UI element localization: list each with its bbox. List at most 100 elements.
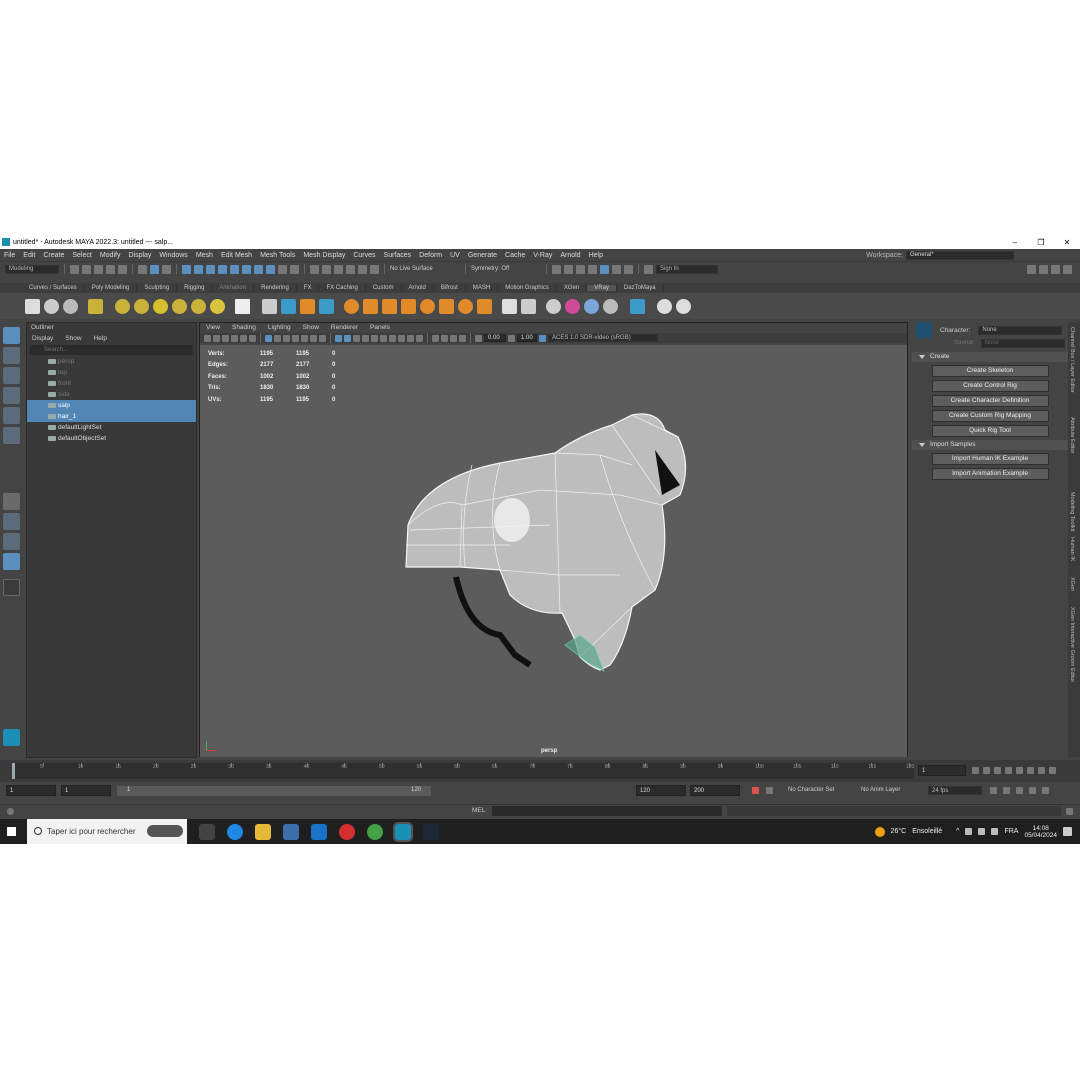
shelf-tab-curves-surfaces[interactable]: Curves / Surfaces xyxy=(22,285,85,291)
rotate-tool-icon[interactable] xyxy=(3,407,20,424)
menu-v-ray[interactable]: V-Ray xyxy=(533,252,552,259)
search-icon[interactable] xyxy=(3,579,20,596)
vray-rect-light-icon[interactable] xyxy=(134,298,149,314)
vray-plane-icon[interactable] xyxy=(235,298,250,314)
side-tab-human-ik[interactable]: Human IK xyxy=(1069,537,1075,561)
gate-mask-icon[interactable] xyxy=(292,334,299,342)
wireframe-on-shaded-icon[interactable] xyxy=(353,334,360,342)
two-view-icon[interactable] xyxy=(3,533,20,550)
vray-multi-icon[interactable] xyxy=(584,298,599,314)
history-icon[interactable] xyxy=(552,264,561,274)
outliner-item[interactable]: salp xyxy=(27,400,196,411)
quick-rig-tool-button[interactable]: Quick Rig Tool xyxy=(931,425,1049,437)
resolution-gate-icon[interactable] xyxy=(283,334,290,342)
step-forward-icon[interactable] xyxy=(1027,767,1034,774)
new-scene-icon[interactable] xyxy=(70,264,79,274)
menu-display[interactable]: Display xyxy=(128,252,151,259)
select-object-icon[interactable] xyxy=(150,264,159,274)
vray-attribute-icon[interactable] xyxy=(477,298,492,314)
character-set-dropdown[interactable]: No Character Set xyxy=(788,787,834,793)
playback-start-field[interactable]: 1 xyxy=(61,785,111,796)
render-icon[interactable] xyxy=(564,264,573,274)
depth-of-field-icon[interactable] xyxy=(416,334,423,342)
menu-deform[interactable]: Deform xyxy=(419,252,442,259)
vray-grid-icon[interactable] xyxy=(401,298,416,314)
range-bar[interactable]: 1 120 xyxy=(117,786,431,796)
2d-pan-icon[interactable] xyxy=(240,334,247,342)
timeline-track[interactable]: 5 10 15 20 25 30 35 40 45 50 55 60 65 70 75 80 85 90 95 100… xyxy=(12,763,914,779)
vray-scene-icon[interactable] xyxy=(319,298,334,314)
smooth-shade-icon[interactable] xyxy=(344,334,351,342)
sound-icon[interactable] xyxy=(1003,787,1010,794)
notifications-icon[interactable] xyxy=(1063,827,1072,836)
outliner-item[interactable]: hair_1 xyxy=(27,411,196,422)
render-view-icon[interactable] xyxy=(612,264,621,274)
shelf-tab-motion-graphics[interactable]: Motion Graphics xyxy=(498,285,557,291)
vfb-icon[interactable] xyxy=(63,298,78,314)
safe-action-icon[interactable] xyxy=(310,334,317,342)
vray-toon-icon[interactable] xyxy=(420,298,435,314)
grease-pencil-icon[interactable] xyxy=(249,334,256,342)
taskbar-search-input[interactable]: Taper ici pour rechercher xyxy=(27,819,187,844)
pause-icon[interactable] xyxy=(624,264,633,274)
vray-sky-icon[interactable] xyxy=(603,298,618,314)
opera-icon[interactable] xyxy=(339,823,355,840)
antialiasing-icon[interactable] xyxy=(407,334,414,342)
snap-point-icon[interactable] xyxy=(334,264,343,274)
create-custom-rig-mapping-button[interactable]: Create Custom Rig Mapping xyxy=(931,410,1049,422)
gamma-field[interactable]: 1.00 xyxy=(517,334,537,342)
minimize-button[interactable]: – xyxy=(1002,238,1028,247)
viewport-menu-shading[interactable]: Shading xyxy=(232,323,256,333)
playback-end-field[interactable]: 120 xyxy=(636,785,686,796)
side-tab-attribute-editor[interactable]: Attribute Editor xyxy=(1069,417,1075,453)
snap-view-icon[interactable] xyxy=(358,264,367,274)
tray-chevron-icon[interactable]: ^ xyxy=(956,828,959,835)
shelf-tab-mash[interactable]: MASH xyxy=(466,285,499,291)
menu-help[interactable]: Help xyxy=(589,252,603,259)
viewport-3d[interactable]: Verts: 1195 1195 0 Edges: 2177 2177 0 Faces: 1002… xyxy=(200,345,907,757)
snap-grid-icon[interactable] xyxy=(310,264,319,274)
step-back-key-icon[interactable] xyxy=(983,767,990,774)
mask-icon[interactable] xyxy=(194,264,203,274)
grid-icon[interactable] xyxy=(265,334,272,342)
play-back-icon[interactable] xyxy=(1005,767,1012,774)
shelf-tab-custom[interactable]: Custom xyxy=(366,285,402,291)
mask-icon[interactable] xyxy=(242,264,251,274)
vray-sphere-light-icon[interactable] xyxy=(153,298,168,314)
xray-joints-icon[interactable] xyxy=(450,334,457,342)
shelf-tab-sculpting[interactable]: Sculpting xyxy=(137,285,178,291)
store-icon[interactable] xyxy=(283,823,299,840)
shelf-tab-rigging[interactable]: Rigging xyxy=(177,285,213,291)
sign-in-dropdown[interactable]: Sign In xyxy=(656,264,718,274)
viewport-menu-lighting[interactable]: Lighting xyxy=(268,323,291,333)
settings-icon[interactable] xyxy=(1042,787,1049,794)
hypershade-icon[interactable] xyxy=(600,264,609,274)
ipr-icon[interactable] xyxy=(44,298,59,314)
windows-start-icon[interactable] xyxy=(7,827,16,836)
current-time-marker[interactable] xyxy=(12,763,15,779)
menu-mesh-display[interactable]: Mesh Display xyxy=(303,252,345,259)
shelf-tab-fx[interactable]: FX xyxy=(297,285,320,291)
outliner-menu-show[interactable]: Show xyxy=(65,333,81,344)
step-forward-key-icon[interactable] xyxy=(1038,767,1045,774)
vray-blend-icon[interactable] xyxy=(363,298,378,314)
move-tool-icon[interactable] xyxy=(3,387,20,404)
lights-icon[interactable] xyxy=(371,334,378,342)
shelf-tab-daztomaya[interactable]: DazToMaya xyxy=(617,285,664,291)
shelf-tab-vray[interactable]: VRay xyxy=(587,285,617,291)
play-forward-icon[interactable] xyxy=(1016,767,1023,774)
menu-modify[interactable]: Modify xyxy=(100,252,121,259)
help-icon[interactable] xyxy=(7,808,14,815)
file-explorer-icon[interactable] xyxy=(255,823,271,840)
side-tab-xgen-interactive-groom-editor[interactable]: XGen Interactive Groom Editor xyxy=(1069,607,1075,682)
vray-proxy-icon[interactable] xyxy=(262,298,277,314)
create-section-header[interactable]: Create xyxy=(912,352,1068,362)
vray-clipper-icon[interactable] xyxy=(546,298,561,314)
viewport-menu-show[interactable]: Show xyxy=(303,323,319,333)
mail-icon[interactable] xyxy=(311,823,327,840)
select-tool-icon[interactable] xyxy=(3,327,20,344)
menu-set-dropdown[interactable]: Modeling xyxy=(5,264,59,274)
lasso-tool-icon[interactable] xyxy=(3,347,20,364)
open-scene-icon[interactable] xyxy=(82,264,91,274)
anim-layer-dropdown[interactable]: No Anim Layer xyxy=(861,787,900,793)
